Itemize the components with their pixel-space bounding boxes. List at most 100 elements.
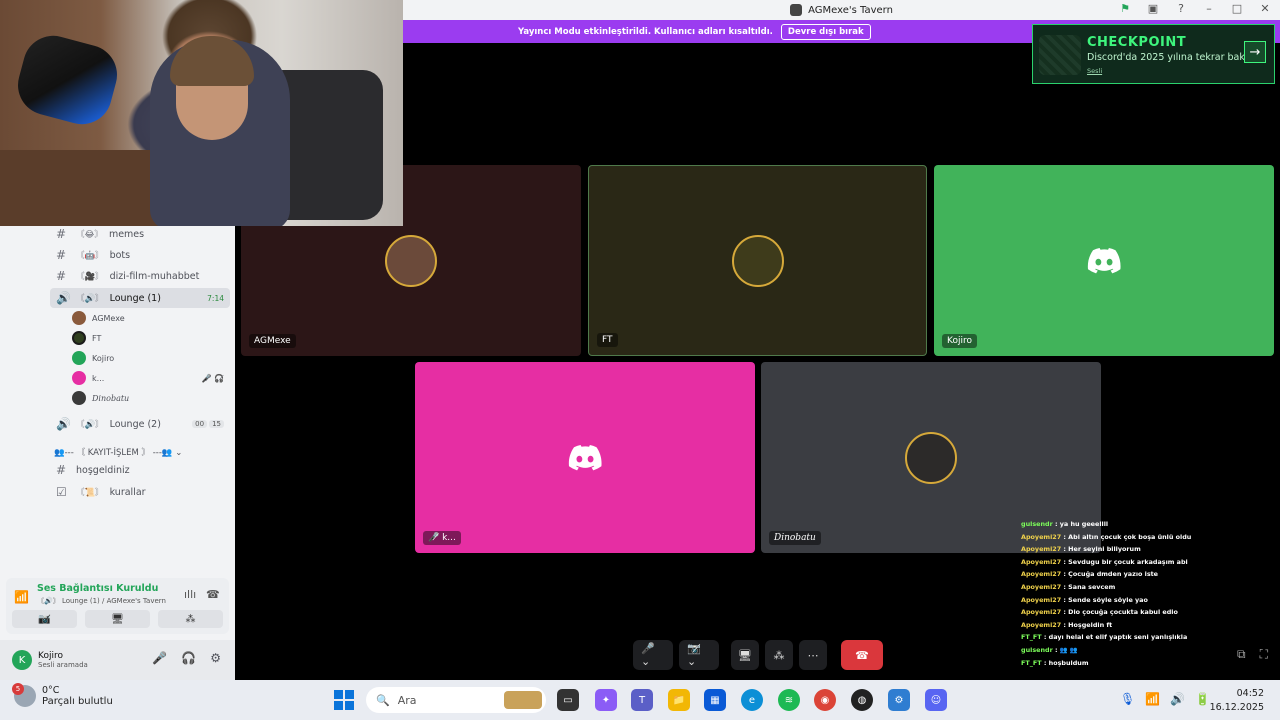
camera-button[interactable]: 📷̸ ⌄ [679,640,719,670]
tile-name: Dinobatu [769,531,821,545]
voice-timer: 7:14 [207,293,224,303]
voice-channel-lounge-1[interactable]: 🔊 〘🔊〙 Lounge (1) 7:14 [50,288,230,308]
chat-text: Çocuğa dmden yazıo iste [1068,570,1159,579]
webcam-overlay [0,0,403,226]
member-name: AGMexe [92,313,125,323]
disable-streamer-mode-button[interactable]: Devre dışı bırak [780,23,871,40]
channel-memes[interactable]: # 〘😂〙 memes [50,224,230,244]
speaker-icon: 🔊 [56,291,71,305]
chat-text: Her seyini biliyorum [1068,545,1141,554]
activities-icon[interactable]: ⁂ [765,640,793,670]
chat-user: Apoyemi27 [1021,532,1062,541]
microphone-button[interactable]: 🎤 ⌄ [633,640,673,670]
app-icon[interactable]: ⚙ [888,689,910,711]
windows-taskbar: 5 0°C Parçalı bulutlu 🔍 Ara ▭ ✦ T 📁 ▦ e … [0,680,1280,720]
avatar [72,331,86,345]
chat-user: FT_FT [1021,658,1042,667]
screen-share-button[interactable]: 🖥 [85,610,150,628]
arrow-right-icon[interactable]: → [1244,41,1266,63]
discord-taskbar-icon[interactable]: ☺ [925,689,947,711]
maximize-icon[interactable]: □ [1230,2,1244,15]
chat-message: FT_FT : dayı helal et elif yaptık seni y… [1021,633,1188,642]
channel-kurallar[interactable]: ☑ 〘📜〙 kurallar [50,482,230,502]
camera-off-button[interactable]: 📷̸ [12,610,77,628]
chat-message: Apoyemi27 : Çocuğa dmden yazıo iste [1021,570,1159,579]
channel-emoji: 〘🔊〙 [76,294,104,304]
noise-suppression-icon[interactable]: ıllı [184,588,196,601]
member-name: Kojiro [92,353,115,363]
chat-text: ya hu geeellll [1059,520,1109,528]
muted-icons: 🎤̸ 🎧̸ [201,373,224,383]
gear-icon[interactable]: ⚙ [210,651,221,665]
avatar [72,371,86,385]
voice-count-limit: 15 [209,420,224,428]
chat-user: Apoyemi27 [1021,620,1062,629]
chevron-down-icon: ⌄ [175,448,183,458]
flag-icon[interactable]: ⚑ [1118,2,1132,15]
avatar [385,234,437,287]
video-tile-k[interactable]: 🎤̸ k... [415,362,755,553]
checkpoint-link[interactable]: Sesli [1087,67,1102,75]
inbox-icon[interactable]: ▣ [1146,2,1160,15]
task-view-icon[interactable]: ▭ [557,689,579,711]
channel-dizi-film[interactable]: # 〘🎥〙 dizi-film-muhabbet [50,266,230,286]
activities-button[interactable]: ⁂ [158,610,223,628]
voice-member[interactable]: AGMexe [72,309,230,327]
user-panel: K Kojiro Sesli aramada 🎤 🎧 ⚙ [0,640,235,680]
teams-icon[interactable]: T [631,689,653,711]
obs-icon[interactable]: ◍ [851,689,873,711]
popout-icon[interactable]: ⧉ [1237,647,1246,662]
checkpoint-banner[interactable]: CHECKPOINT Discord'da 2025 yılına tekrar… [1032,24,1275,84]
minimize-icon[interactable]: – [1202,2,1216,15]
channel-emoji: 〘🔊〙 [76,420,104,430]
channel-label: bots [109,249,131,261]
screen-share-icon[interactable]: 🖥 [731,640,759,670]
category-header[interactable]: 👥--- 〘 KAYIT-İŞLEM 〙 ---👥 ⌄ [54,446,182,458]
hash-icon: # [56,463,67,477]
microphone-icon[interactable]: 🎤 [152,651,167,665]
chrome-icon[interactable]: ◉ [814,689,836,711]
edge-icon[interactable]: e [741,689,763,711]
voice-member[interactable]: Dinobatu [72,389,230,407]
windows-start-icon[interactable] [334,690,354,710]
close-icon[interactable]: ✕ [1258,2,1272,15]
voice-member[interactable]: Kojiro [72,349,230,367]
taskbar-search[interactable]: 🔍 Ara [366,687,546,713]
spotify-icon[interactable]: ≋ [778,689,800,711]
channel-emoji: 〘😂〙 [76,230,103,240]
headphones-icon[interactable]: 🎧 [181,651,196,665]
video-tile-ft[interactable]: FT [588,165,927,356]
avatar[interactable]: K [12,650,32,670]
discord-logo-icon [568,444,602,470]
voice-member[interactable]: k... 🎤̸ 🎧̸ [72,369,230,387]
rules-icon: ☑ [56,485,67,499]
copilot-icon[interactable]: ✦ [595,689,617,711]
checkpoint-art [1039,35,1081,75]
weather-widget[interactable]: 5 0°C Parçalı bulutlu [12,683,113,707]
channel-hosgeldiniz[interactable]: # hoşgeldiniz [50,460,230,480]
category-label: 👥--- 〘 KAYIT-İŞLEM 〙 ---👥 [54,448,173,458]
volume-icon[interactable]: 🔊 [1170,692,1185,706]
avatar [72,391,86,405]
channel-bots[interactable]: # 〘🤖〙 bots [50,245,230,265]
fullscreen-icon[interactable]: ⛶ [1260,647,1268,662]
battery-icon[interactable]: 🔋 [1195,692,1210,706]
voice-channel-lounge-2[interactable]: 🔊 〘🔊〙 Lounge (2) 00 15 [50,414,230,434]
voice-detail: 〘🔊〙 Lounge (1) / AGMexe's Tavern [37,597,166,605]
wifi-icon[interactable]: 📶 [1145,692,1160,706]
channel-label: dizi-film-muhabbet [109,270,200,282]
chat-user: Apoyemi27 [1021,582,1062,591]
end-call-button[interactable]: ☎ [841,640,883,670]
chat-text: Sende söyle söyle yao [1068,595,1148,604]
disconnect-icon[interactable]: ☎ [206,588,220,601]
file-explorer-icon[interactable]: 📁 [668,689,690,711]
microsoft-store-icon[interactable]: ▦ [704,689,726,711]
search-placeholder: Ara [397,693,417,707]
checkpoint-subtitle: Discord'da 2025 yılına tekrar bak [1087,52,1245,63]
video-tile-kojiro[interactable]: Kojiro [934,165,1274,356]
clock[interactable]: 04:52 16.12.2025 [1210,687,1264,715]
voice-member[interactable]: FT [72,329,230,347]
microphone-tray-icon[interactable]: 🎙 [1120,692,1135,706]
help-icon[interactable]: ? [1174,2,1188,15]
more-icon[interactable]: ⋯ [799,640,827,670]
